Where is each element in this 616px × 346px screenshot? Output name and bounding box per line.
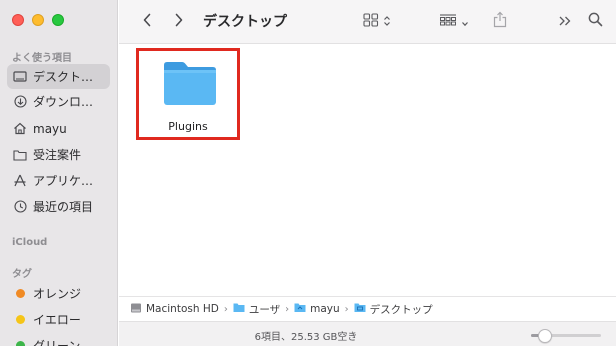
group-by-icon	[439, 12, 457, 31]
download-icon	[13, 95, 27, 109]
chevron-right-icon	[174, 12, 184, 31]
orange-tag-dot	[16, 289, 25, 298]
path-crumb-desktop[interactable]: デスクトップ	[354, 302, 433, 317]
file-browser-area[interactable]: Plugins	[119, 45, 616, 296]
sidebar-item-label: mayu	[33, 121, 67, 136]
toolbar: デスクトップ	[119, 0, 616, 44]
chevron-double-right-icon	[558, 12, 572, 31]
path-crumb-home[interactable]: mayu	[294, 302, 340, 316]
path-crumb-users[interactable]: ユーザ	[233, 302, 280, 317]
home-folder-icon	[294, 302, 306, 316]
folder-icon	[162, 59, 218, 111]
zoom-button[interactable]	[52, 14, 64, 26]
crumb-label: Macintosh HD	[146, 303, 219, 315]
path-bar: Macintosh HD › ユーザ › mayu › デスクトップ	[119, 296, 616, 321]
sidebar-item-label: ダウンロ…	[33, 95, 94, 109]
yellow-tag-dot	[16, 315, 25, 324]
share-button[interactable]	[490, 10, 510, 32]
desktop-folder-icon	[354, 302, 366, 316]
sidebar-item-label: デスクト…	[33, 70, 94, 84]
favorites-section-title: よく使う項目	[12, 53, 72, 64]
sidebar-item-desktop[interactable]: デスクト…	[7, 64, 110, 89]
sidebar-item-home[interactable]: mayu	[7, 116, 110, 141]
back-button[interactable]	[137, 10, 157, 32]
close-button[interactable]	[12, 14, 24, 26]
icon-grid-view-icon	[363, 12, 379, 31]
chevron-updown-icon	[383, 12, 391, 31]
tags-section-title: タグ	[12, 269, 32, 280]
crumb-label: mayu	[310, 303, 340, 315]
search-icon	[588, 12, 603, 31]
sidebar-item-recents[interactable]: 最近の項目	[7, 194, 110, 219]
slider-knob[interactable]	[538, 329, 552, 343]
sidebar-item-downloads[interactable]: ダウンロ…	[7, 89, 110, 114]
window-title: デスクトップ	[203, 14, 287, 30]
crumb-label: デスクトップ	[369, 303, 433, 316]
share-icon	[493, 11, 507, 32]
folder-name: Plugins	[168, 120, 208, 133]
sidebar-tag-orange[interactable]: オレンジ	[7, 281, 110, 306]
finder-window: よく使う項目 デスクト… ダウンロ… mayu 受注案件 アプリケ… 最近の項目…	[0, 0, 616, 346]
sidebar-item-applications[interactable]: アプリケ…	[7, 168, 110, 193]
chevron-left-icon	[142, 12, 152, 31]
sidebar-item-label: 受注案件	[33, 148, 82, 162]
minimize-button[interactable]	[32, 14, 44, 26]
window-controls	[12, 14, 64, 26]
green-tag-dot	[16, 341, 25, 346]
sidebar: よく使う項目 デスクト… ダウンロ… mayu 受注案件 アプリケ… 最近の項目…	[0, 0, 118, 346]
search-button[interactable]	[585, 10, 605, 32]
crumb-label: ユーザ	[248, 303, 281, 316]
sidebar-item-label: アプリケ…	[33, 174, 94, 188]
sidebar-item-folder[interactable]: 受注案件	[7, 142, 110, 167]
view-mode-button[interactable]	[359, 10, 395, 32]
more-toolbar-button[interactable]	[556, 10, 574, 32]
group-by-button[interactable]	[436, 10, 472, 32]
sidebar-item-label: グリーン	[33, 339, 81, 346]
folder-icon	[233, 302, 245, 316]
icloud-section-title[interactable]: iCloud	[12, 237, 47, 248]
applications-icon	[13, 174, 27, 188]
folder-item-plugins[interactable]: Plugins	[136, 50, 240, 142]
path-crumb-macintosh-hd[interactable]: Macintosh HD	[130, 302, 219, 317]
home-icon	[13, 122, 27, 136]
hard-drive-icon	[130, 302, 142, 317]
forward-button[interactable]	[169, 10, 189, 32]
path-separator: ›	[344, 303, 349, 315]
sidebar-tag-green[interactable]: グリーン	[7, 333, 110, 346]
recents-icon	[13, 200, 27, 214]
folder-icon	[13, 148, 27, 162]
status-text: 6項目、25.53 GB空き	[254, 332, 358, 343]
status-bar: 6項目、25.53 GB空き	[119, 321, 616, 346]
sidebar-item-label: イエロー	[33, 313, 81, 327]
sidebar-tag-yellow[interactable]: イエロー	[7, 307, 110, 332]
sidebar-item-label: オレンジ	[33, 287, 82, 301]
sidebar-item-label: 最近の項目	[33, 200, 94, 214]
path-separator: ›	[285, 303, 290, 315]
path-separator: ›	[223, 303, 228, 315]
chevron-down-icon	[461, 12, 469, 31]
desktop-icon	[13, 70, 27, 84]
